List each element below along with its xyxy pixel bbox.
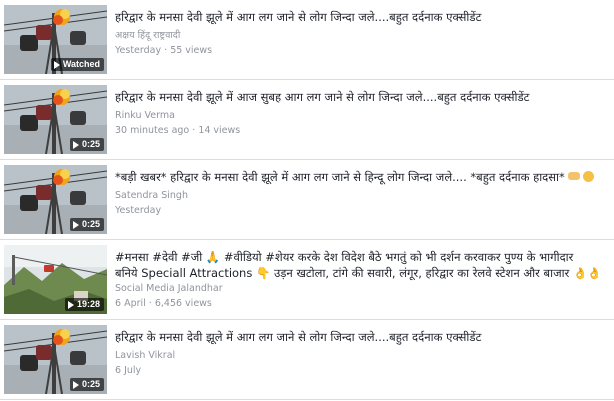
view-count: 6,456 views — [154, 298, 212, 309]
video-meta: हरिद्वार के मनसा देवी झूले में आग लग जान… — [115, 329, 608, 377]
duration-badge: 0:25 — [69, 378, 104, 391]
play-icon — [67, 300, 74, 309]
upload-date: Yesterday — [115, 45, 162, 56]
video-row[interactable]: 0:25 हरिद्वार के मनसा देवी झूले में आग ल… — [0, 320, 614, 400]
video-meta: *बड़ी खबर* हरिद्वार के मनसा देवी झूले मे… — [115, 169, 608, 217]
video-stats: Yesterday — [115, 204, 608, 217]
video-row[interactable]: 0:25 *बड़ी खबर* हरिद्वार के मनसा देवी झू… — [0, 160, 614, 240]
video-title[interactable]: #मनसा #देवी #जी 🙏 #वीडियो #शेयर करके देश… — [115, 249, 608, 281]
duration-badge: 19:28 — [64, 298, 104, 311]
video-title[interactable]: हरिद्वार के मनसा देवी झूले में आग लग जान… — [115, 9, 608, 25]
video-list: Watched हरिद्वार के मनसा देवी झूले में आ… — [0, 0, 614, 401]
channel-name[interactable]: अक्षय हिंदू राष्ट्रवादी — [115, 29, 608, 42]
video-stats: 6 July — [115, 364, 608, 377]
upload-date: 6 April — [115, 298, 146, 309]
duration-badge: 0:25 — [69, 138, 104, 151]
upload-date: 30 minutes ago — [115, 125, 190, 136]
video-meta: हरिद्वार के मनसा देवी झूले में आज सुबह आ… — [115, 89, 608, 137]
upload-date: Yesterday — [115, 205, 162, 216]
play-icon — [53, 60, 60, 69]
play-icon — [72, 380, 79, 389]
channel-name[interactable]: Satendra Singh — [115, 189, 608, 202]
badge-label: 0:25 — [81, 379, 100, 389]
badge-label: 0:25 — [81, 219, 100, 229]
video-stats: Yesterday · 55 views — [115, 45, 213, 56]
pointing-hand-emoji-icon — [567, 172, 580, 180]
sad-face-emoji-icon — [582, 171, 594, 182]
watched-badge: Watched — [50, 58, 104, 71]
video-row[interactable]: Watched हरिद्वार के मनसा देवी झूले में आ… — [0, 0, 614, 80]
duration-badge: 0:25 — [69, 218, 104, 231]
video-title-text: *बड़ी खबर* हरिद्वार के मनसा देवी झूले मे… — [115, 170, 565, 184]
video-thumbnail[interactable]: 0:25 — [4, 165, 107, 234]
video-title-line-1: #मनसा #देवी #जी 🙏 #वीडियो #शेयर करके देश… — [115, 250, 574, 264]
channel-name[interactable]: Rinku Verma — [115, 109, 608, 122]
video-thumbnail[interactable]: Watched — [4, 5, 107, 74]
play-icon — [72, 140, 79, 149]
video-stats: 6 April · 6,456 views — [115, 298, 212, 309]
badge-label: 0:25 — [81, 139, 100, 149]
badge-label: Watched — [62, 59, 100, 69]
view-count: 55 views — [170, 45, 213, 56]
video-thumbnail[interactable]: 19:28 — [4, 245, 107, 314]
video-title[interactable]: हरिद्वार के मनसा देवी झूले में आज सुबह आ… — [115, 89, 608, 105]
channel-name[interactable]: Social Media Jalandhar — [115, 282, 608, 295]
play-icon — [72, 220, 79, 229]
video-meta: #मनसा #देवी #जी 🙏 #वीडियो #शेयर करके देश… — [115, 249, 608, 310]
video-row[interactable]: 19:28 #मनसा #देवी #जी 🙏 #वीडियो #शेयर कर… — [0, 240, 614, 320]
video-meta: हरिद्वार के मनसा देवी झूले में आग लग जान… — [115, 9, 608, 57]
video-thumbnail[interactable]: 0:25 — [4, 85, 107, 154]
view-count: 14 views — [198, 125, 241, 136]
upload-date: 6 July — [115, 365, 142, 376]
video-row[interactable]: 0:25 हरिद्वार के मनसा देवी झूले में आज स… — [0, 80, 614, 160]
video-title[interactable]: हरिद्वार के मनसा देवी झूले में आग लग जान… — [115, 329, 608, 345]
badge-label: 19:28 — [76, 299, 100, 309]
channel-name[interactable]: Lavish Vikral — [115, 349, 608, 362]
video-title[interactable]: *बड़ी खबर* हरिद्वार के मनसा देवी झूले मे… — [115, 169, 608, 185]
video-stats: 30 minutes ago · 14 views — [115, 125, 241, 136]
video-title-line-2: बनिये Speciall Attractions 👇 उड़न खटोला,… — [115, 266, 602, 280]
video-thumbnail[interactable]: 0:25 — [4, 325, 107, 394]
